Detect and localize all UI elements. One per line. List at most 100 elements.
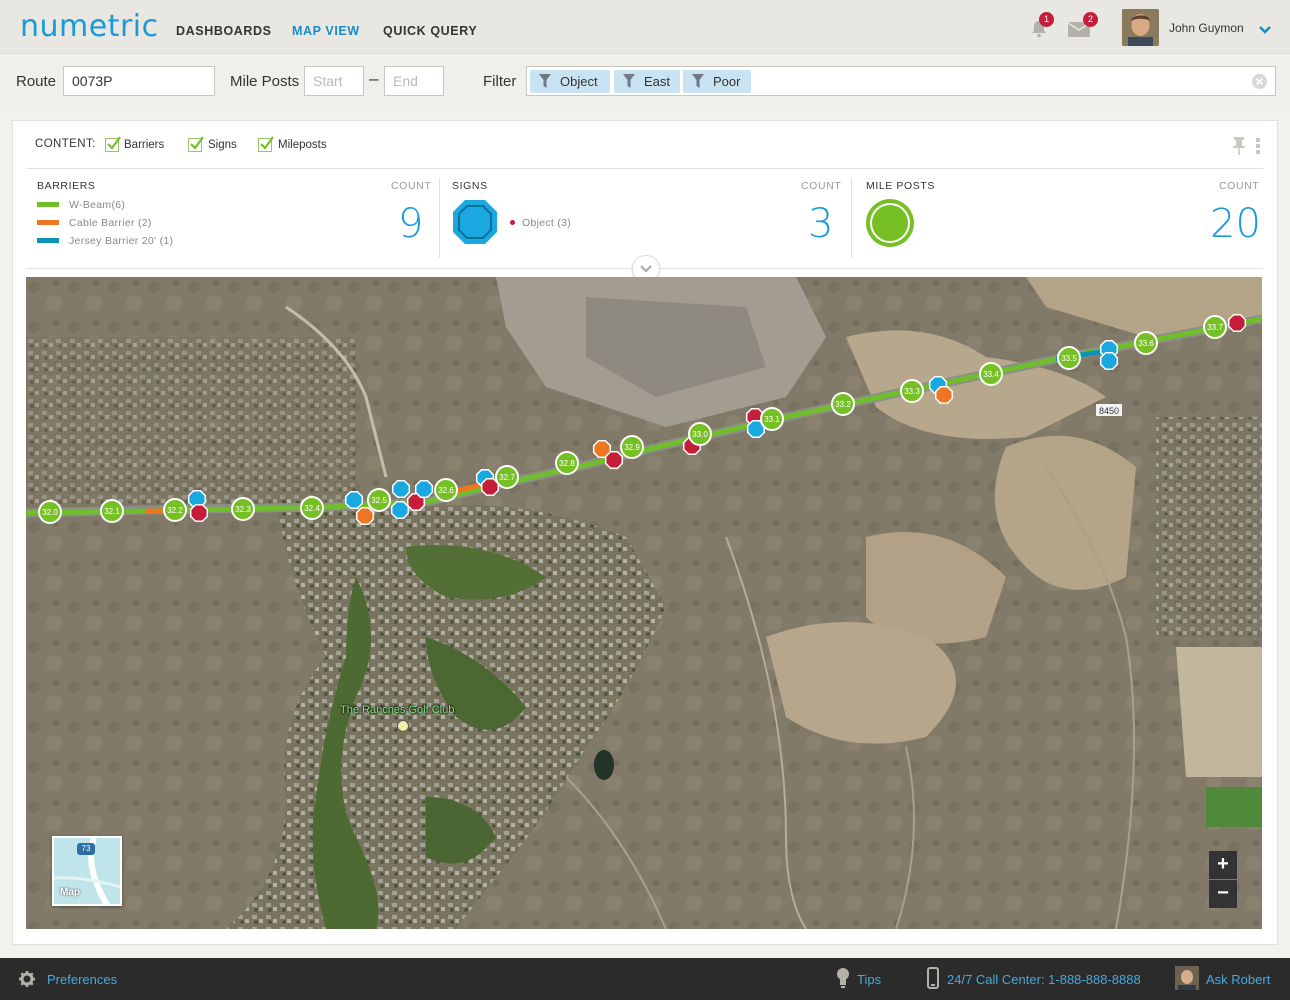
legend-jersey: Jersey Barrier 20' (1) (69, 235, 174, 247)
legend-swatch-wbeam (37, 202, 59, 207)
filter-bar: Route Mile Posts – Filter Object East Po… (0, 54, 1290, 108)
legend-wbeam: W-Beam(6) (69, 199, 126, 211)
sign-marker[interactable] (1227, 313, 1247, 333)
barriers-count-label: COUNT (391, 180, 432, 192)
signs-title: SIGNS (452, 180, 488, 192)
barriers-toggle-label[interactable]: Barriers (124, 139, 164, 151)
route-shield: 73 (77, 843, 95, 855)
check-icon (107, 136, 121, 150)
sign-marker[interactable] (344, 490, 364, 510)
range-separator: – (369, 69, 379, 88)
map-markers: 32.0 32.1 32.2 32.3 32.4 32.5 32.6 32.7 32.8 32.9… (38, 313, 1247, 526)
pin-icon[interactable] (1233, 137, 1245, 160)
clear-filter-icon[interactable] (1252, 74, 1267, 89)
milepost-label: 33.3 (904, 387, 920, 396)
milepost-circle-icon (865, 198, 915, 253)
robert-avatar[interactable] (1175, 966, 1199, 990)
filter-chip-object[interactable]: Object (530, 70, 610, 93)
nav-dashboards[interactable]: DASHBOARDS (176, 24, 272, 38)
footer: Preferences Tips 24/7 Call Center: 1-888… (0, 958, 1290, 1000)
divider (27, 168, 1263, 169)
divider (851, 178, 852, 258)
check-icon (260, 136, 274, 150)
sign-marker[interactable] (1099, 351, 1119, 371)
barriers-title: BARRIERS (37, 180, 96, 192)
content-label: CONTENT: (35, 138, 96, 150)
milepost-label: 33.7 (1207, 323, 1223, 332)
signs-toggle-label[interactable]: Signs (208, 139, 237, 151)
milepost-start-input[interactable] (304, 66, 364, 96)
map-place-label: The Ranches Golf Club (340, 704, 455, 716)
milepost-label: 32.1 (104, 507, 120, 516)
funnel-icon (539, 74, 551, 88)
app-logo[interactable]: numetric (20, 9, 159, 44)
milepost-label: 32.5 (371, 496, 387, 505)
chevron-down-icon[interactable] (1258, 22, 1272, 34)
golf-icon[interactable] (397, 720, 409, 732)
call-center-link[interactable]: 24/7 Call Center: 1-888-888-8888 (947, 972, 1141, 987)
mileposts-title: MILE POSTS (866, 180, 936, 192)
filter-chip-poor[interactable]: Poor (683, 70, 751, 93)
signs-count-label: COUNT (801, 180, 842, 192)
milepost-end-input[interactable] (384, 66, 444, 96)
minimap-toggle[interactable]: 73 Map (52, 836, 122, 906)
mileposts-count-label: COUNT (1219, 180, 1260, 192)
sign-marker[interactable] (604, 450, 624, 470)
signs-count: 3 (808, 201, 834, 247)
top-nav: numetric DASHBOARDS MAP VIEW QUICK QUERY… (0, 0, 1290, 54)
milepost-label: 32.8 (559, 459, 575, 468)
nav-quick-query[interactable]: QUICK QUERY (383, 24, 477, 38)
lightbulb-icon[interactable] (836, 967, 850, 994)
milepost-label: 32.3 (235, 505, 251, 514)
tips-link[interactable]: Tips (857, 972, 881, 987)
satellite-map[interactable]: 8450 32.0 32.1 32.2 32.3 32.4 32.5 32.6 32.7 32.… (26, 277, 1262, 929)
nav-map-view[interactable]: MAP VIEW (292, 24, 360, 38)
zoom-out-button[interactable]: − (1209, 880, 1237, 908)
signs-checkbox[interactable] (188, 136, 204, 152)
more-options-icon[interactable] (1255, 137, 1261, 160)
sign-marker[interactable] (189, 503, 209, 523)
milepost-label: 33.0 (692, 430, 708, 439)
filter-chip-east[interactable]: East (614, 70, 680, 93)
legend-dot-object (510, 220, 515, 225)
milepost-label: 33.2 (835, 400, 851, 409)
mileposts-label: Mile Posts (230, 73, 300, 90)
milepost-label: 32.7 (499, 473, 515, 482)
sign-marker[interactable] (391, 479, 411, 499)
milepost-label: 33.4 (983, 370, 999, 379)
preferences-link[interactable]: Preferences (47, 972, 117, 987)
legend-object: Object (3) (522, 217, 572, 229)
user-name[interactable]: John Guymon (1169, 21, 1244, 35)
sign-marker[interactable] (414, 479, 434, 499)
filter-chip-label: Object (560, 74, 598, 89)
sign-marker[interactable] (390, 500, 410, 520)
gear-icon[interactable] (19, 971, 35, 992)
check-icon (190, 136, 204, 150)
legend-cable: Cable Barrier (2) (69, 217, 152, 229)
sign-marker[interactable] (934, 385, 954, 405)
funnel-icon (692, 74, 704, 88)
divider (439, 178, 440, 258)
notifications-badge: 1 (1039, 12, 1054, 27)
sign-marker[interactable] (355, 506, 375, 526)
funnel-icon (623, 74, 635, 88)
barriers-checkbox[interactable] (105, 136, 121, 152)
mileposts-toggle-label[interactable]: Mileposts (278, 139, 327, 151)
route-input[interactable] (63, 66, 215, 96)
legend-swatch-jersey (37, 238, 59, 243)
filter-label: Filter (483, 73, 517, 90)
milepost-label: 32.6 (438, 486, 454, 495)
milepost-label: 33.5 (1061, 354, 1077, 363)
milepost-label: 32.0 (42, 508, 58, 517)
user-avatar[interactable] (1122, 9, 1159, 46)
filter-input[interactable]: Object East Poor (526, 66, 1276, 96)
mileposts-count: 20 (1210, 201, 1261, 247)
mileposts-checkbox[interactable] (258, 136, 274, 152)
octagon-sign-icon (451, 198, 499, 251)
zoom-in-button[interactable]: + (1209, 851, 1237, 879)
filter-chip-label: Poor (713, 74, 741, 89)
milepost-label: 33.6 (1138, 339, 1154, 348)
ask-robert-link[interactable]: Ask Robert (1206, 972, 1270, 987)
phone-icon[interactable] (927, 967, 939, 994)
barriers-count: 9 (398, 201, 424, 247)
